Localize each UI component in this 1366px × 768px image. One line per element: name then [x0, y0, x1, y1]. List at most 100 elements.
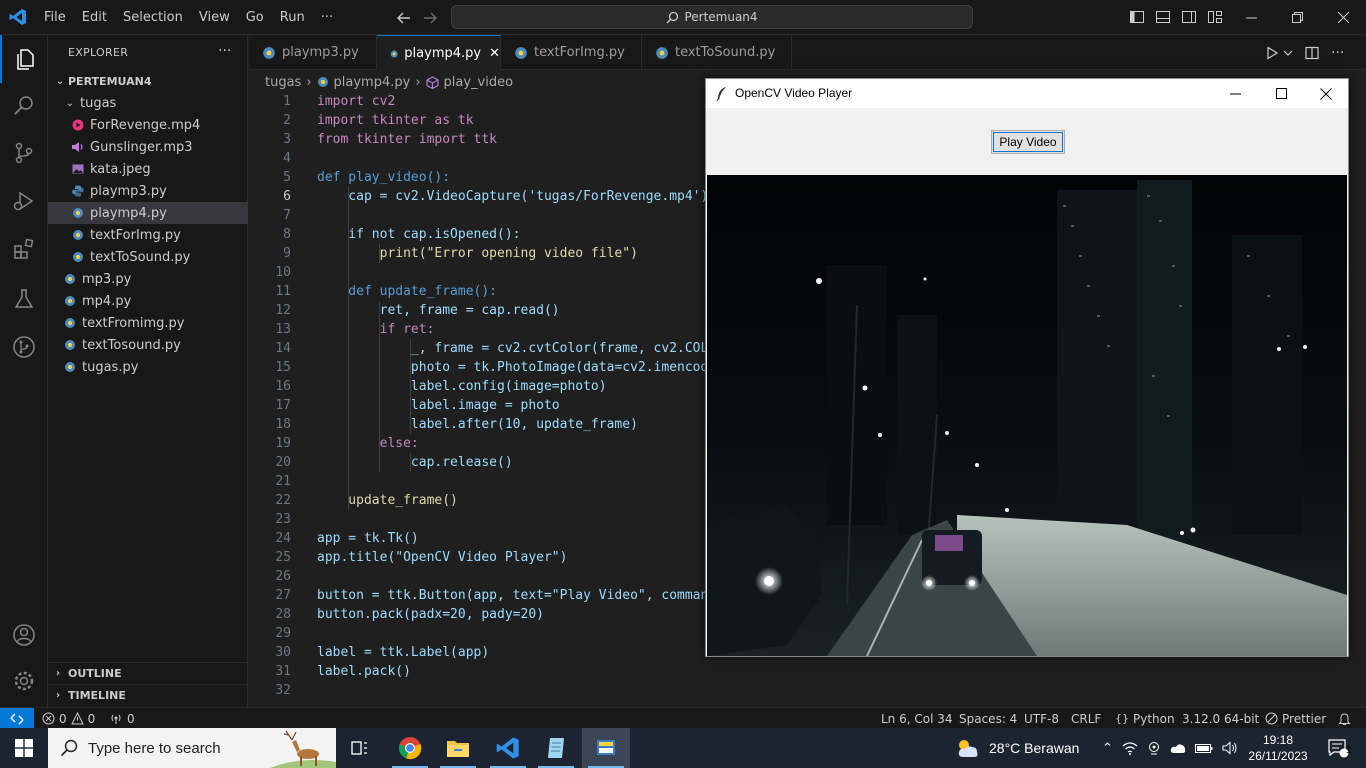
tk-minimize-button[interactable]	[1212, 79, 1258, 108]
onedrive-cloud-icon[interactable]	[1170, 742, 1186, 754]
remote-button[interactable]	[0, 708, 34, 729]
menu-selection[interactable]: Selection	[115, 0, 191, 35]
tk-close-button[interactable]	[1303, 79, 1349, 108]
command-center-search[interactable]: Pertemuan4	[451, 5, 973, 29]
partly-cloudy-icon	[958, 740, 978, 757]
encoding[interactable]: UTF-8	[1024, 710, 1059, 727]
prettier-status[interactable]: Prettier	[1265, 710, 1326, 727]
ports-indicator[interactable]: 0	[109, 710, 135, 727]
python-file-icon	[62, 271, 78, 287]
file-mp3-py[interactable]: mp3.py	[48, 268, 248, 290]
breadcrumb-file[interactable]: playmp4.py	[334, 75, 411, 90]
prohibited-icon	[1265, 712, 1278, 725]
breadcrumb-symbol[interactable]: play_video	[444, 75, 514, 90]
testing-activity[interactable]	[0, 275, 48, 323]
file-playmp3-py[interactable]: playmp3.py	[48, 180, 248, 202]
extensions-activity[interactable]	[0, 225, 48, 273]
weather-widget[interactable]: 28°C Berawan	[955, 728, 1079, 768]
toggle-primary-sidebar-icon[interactable]	[1129, 9, 1145, 25]
python-interpreter[interactable]: 3.12.0 64-bit	[1182, 710, 1259, 727]
menu-file[interactable]: File	[36, 0, 74, 35]
file-kata-jpeg[interactable]: kata.jpeg	[48, 158, 248, 180]
webcam-icon[interactable]	[1147, 741, 1161, 755]
menu-more[interactable]: ···	[313, 0, 341, 35]
git-graph-activity[interactable]	[0, 323, 48, 371]
problems-indicator[interactable]: 0 0	[42, 710, 95, 727]
close-window-button[interactable]	[1320, 0, 1366, 35]
source-control-activity[interactable]	[0, 129, 48, 177]
restore-button[interactable]	[1274, 0, 1320, 35]
weather-text: 28°C Berawan	[989, 740, 1080, 756]
line-ending-text: CRLF	[1071, 711, 1102, 726]
clock[interactable]: 19:18 26/11/2023	[1248, 728, 1307, 768]
arrow-left-icon[interactable]	[395, 9, 413, 27]
split-editor-icon[interactable]	[1305, 46, 1319, 60]
tk-maximize-button[interactable]	[1258, 79, 1304, 108]
manage-activity[interactable]	[0, 657, 48, 705]
explorer-activity[interactable]	[0, 35, 48, 83]
tab-texttosound[interactable]: textToSound.py	[642, 35, 792, 70]
chevron-down-icon[interactable]	[1283, 46, 1293, 60]
file-playmp4-py[interactable]: playmp4.py	[48, 202, 248, 224]
chevron-up-icon[interactable]: ⌃	[1102, 740, 1113, 756]
taskbar-python[interactable]	[582, 728, 630, 768]
file-textfromimg-py[interactable]: textFromimg.py	[48, 312, 248, 334]
run-icon[interactable]	[1265, 46, 1279, 60]
wifi-icon[interactable]	[1122, 741, 1138, 755]
minimize-button[interactable]	[1228, 0, 1274, 35]
battery-icon[interactable]	[1194, 742, 1213, 754]
customize-layout-icon[interactable]	[1207, 9, 1223, 25]
taskbar-chrome[interactable]	[386, 728, 434, 768]
taskbar-file-explorer[interactable]	[434, 728, 482, 768]
tk-title-bar[interactable]: OpenCV Video Player	[706, 79, 1348, 108]
file-textforimg-py[interactable]: textForImg.py	[48, 224, 248, 246]
folder-tugas[interactable]: ⌄ tugas	[48, 92, 248, 114]
file-texttosound-py[interactable]: textToSound.py	[48, 246, 248, 268]
python-file-icon	[390, 50, 398, 57]
code-line: update_frame()	[317, 493, 458, 508]
action-center-button[interactable]: 1	[1318, 728, 1358, 768]
cursor-position[interactable]: Ln 6, Col 34	[881, 710, 953, 727]
taskbar-vscode[interactable]	[484, 728, 532, 768]
search-activity[interactable]	[0, 81, 48, 129]
menu-run[interactable]: Run	[272, 0, 313, 35]
tab-playmp4[interactable]: playmp4.py ✕	[377, 35, 501, 71]
chevron-down-icon: ⌄	[65, 97, 75, 109]
arrow-right-icon[interactable]	[421, 9, 439, 27]
file-tugas-py[interactable]: tugas.py	[48, 356, 248, 378]
workspace-root[interactable]: ⌄ PERTEMUAN4	[48, 70, 248, 92]
taskbar-search-box[interactable]: Type here to search	[48, 728, 336, 768]
file-mp4-py[interactable]: mp4.py	[48, 290, 248, 312]
chevron-right-icon: ›	[415, 74, 421, 90]
toggle-panel-icon[interactable]	[1155, 9, 1171, 25]
menu-go[interactable]: Go	[238, 0, 272, 35]
notifications-button[interactable]	[1338, 710, 1351, 727]
taskbar-notepad[interactable]	[532, 728, 580, 768]
menu-edit[interactable]: Edit	[74, 0, 115, 35]
file-texttosound-root-py[interactable]: textTosound.py	[48, 334, 248, 356]
start-button[interactable]	[0, 728, 48, 768]
tab-playmp3[interactable]: playmp3.py	[249, 35, 377, 70]
line-number: 27	[275, 588, 291, 603]
opencv-video-player-window: OpenCV Video Player Play Video	[705, 78, 1349, 657]
close-tab-icon[interactable]: ✕	[489, 46, 500, 61]
line-ending[interactable]: CRLF	[1071, 710, 1101, 727]
menu-view[interactable]: View	[191, 0, 238, 35]
explorer-more-button[interactable]: ···	[218, 43, 231, 59]
more-actions-icon[interactable]: ···	[1331, 45, 1344, 61]
indentation[interactable]: Spaces: 4	[959, 710, 1017, 727]
accounts-activity[interactable]	[0, 611, 48, 659]
timeline-section[interactable]: › TIMELINE	[48, 684, 248, 706]
language-mode[interactable]: {} Python	[1115, 710, 1175, 727]
minimize-icon	[1229, 93, 1241, 95]
toggle-secondary-sidebar-icon[interactable]	[1181, 9, 1197, 25]
file-gunslinger-mp3[interactable]: Gunslinger.mp3	[48, 136, 248, 158]
tab-textforimg[interactable]: textForImg.py	[501, 35, 642, 70]
volume-icon[interactable]	[1222, 741, 1238, 755]
play-video-button[interactable]: Play Video	[991, 130, 1065, 154]
breadcrumb-folder[interactable]: tugas	[265, 75, 301, 90]
outline-section[interactable]: › OUTLINE	[48, 662, 248, 684]
file-forrevenge-mp4[interactable]: ForRevenge.mp4	[48, 114, 248, 136]
run-debug-activity[interactable]	[0, 177, 48, 225]
task-view-button[interactable]	[336, 728, 384, 768]
